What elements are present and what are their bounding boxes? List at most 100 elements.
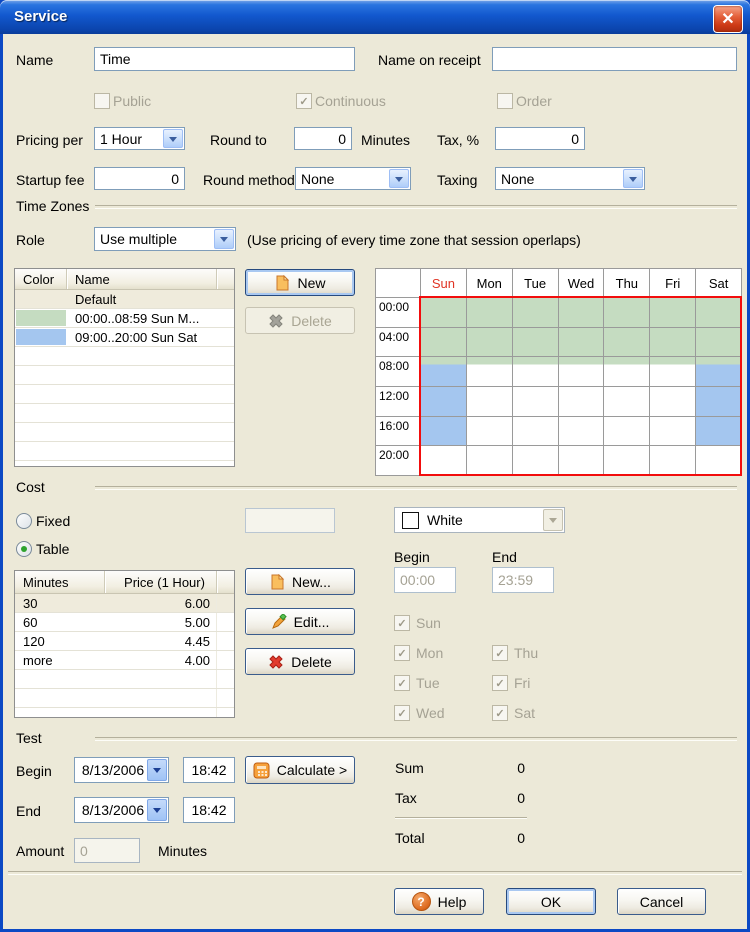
table-radio[interactable] bbox=[16, 541, 32, 557]
timezone-list[interactable]: Color Name Default 00:00..08:59 Sun M... 0… bbox=[14, 268, 235, 467]
grid-cell[interactable] bbox=[421, 416, 466, 446]
price-value: 4.00 bbox=[184, 652, 210, 668]
taxing-select[interactable]: None bbox=[495, 167, 645, 190]
timezone-row[interactable] bbox=[15, 347, 234, 366]
end-date-select[interactable]: 8/13/2006 bbox=[74, 797, 169, 823]
pricing-per-select[interactable]: 1 Hour bbox=[94, 127, 185, 150]
startup-fee-label: Startup fee bbox=[16, 172, 85, 188]
grid-cell[interactable] bbox=[696, 386, 741, 416]
name-input[interactable] bbox=[94, 47, 355, 71]
grid-cell[interactable] bbox=[604, 357, 650, 386]
grid-cell[interactable] bbox=[650, 357, 696, 386]
chevron-down-icon[interactable] bbox=[163, 129, 183, 148]
grid-cell[interactable] bbox=[558, 298, 604, 327]
chevron-down-icon[interactable] bbox=[623, 169, 643, 188]
timezone-row[interactable] bbox=[15, 461, 234, 466]
grid-cell[interactable] bbox=[604, 446, 650, 475]
cancel-button[interactable]: Cancel bbox=[617, 888, 706, 915]
grid-cell[interactable] bbox=[466, 357, 512, 386]
chevron-down-icon[interactable] bbox=[389, 169, 409, 188]
close-button[interactable]: ✕ bbox=[713, 5, 743, 33]
grid-cell[interactable] bbox=[421, 357, 466, 386]
grid-cell[interactable] bbox=[696, 446, 741, 475]
grid-cell[interactable] bbox=[696, 357, 741, 386]
receipt-input[interactable] bbox=[492, 47, 737, 71]
grid-cell[interactable] bbox=[696, 298, 741, 327]
price-row[interactable]: 30 6.00 bbox=[15, 594, 234, 613]
grid-cell[interactable] bbox=[604, 416, 650, 446]
timezone-row[interactable] bbox=[15, 385, 234, 404]
grid-cell[interactable] bbox=[512, 327, 558, 357]
grid-cell[interactable] bbox=[512, 357, 558, 386]
grid-cell[interactable] bbox=[512, 416, 558, 446]
timezone-row[interactable] bbox=[15, 366, 234, 385]
timezone-color-cell bbox=[15, 423, 67, 441]
timezone-row[interactable] bbox=[15, 442, 234, 461]
price-delete-button[interactable]: Delete bbox=[245, 648, 355, 675]
chevron-down-icon[interactable] bbox=[214, 229, 234, 249]
chevron-down-icon[interactable] bbox=[147, 759, 167, 781]
timezone-row[interactable]: 00:00..08:59 Sun M... bbox=[15, 309, 234, 328]
grid-cell[interactable] bbox=[466, 327, 512, 357]
end-time-input[interactable] bbox=[183, 797, 235, 823]
timezone-row[interactable] bbox=[15, 404, 234, 423]
grid-cell[interactable] bbox=[558, 386, 604, 416]
total-label: Total bbox=[395, 830, 425, 846]
grid-cell[interactable] bbox=[466, 446, 512, 475]
grid-cell[interactable] bbox=[421, 298, 466, 327]
grid-cell[interactable] bbox=[650, 446, 696, 475]
grid-cell[interactable] bbox=[558, 416, 604, 446]
price-edit-button[interactable]: Edit... bbox=[245, 608, 355, 635]
grid-cell[interactable] bbox=[696, 416, 741, 446]
round-method-select[interactable]: None bbox=[295, 167, 411, 190]
role-select[interactable]: Use multiple bbox=[94, 227, 236, 251]
grid-cell[interactable] bbox=[421, 327, 466, 357]
grid-cell[interactable] bbox=[512, 386, 558, 416]
timezone-row[interactable] bbox=[15, 423, 234, 442]
timezone-row[interactable]: Default bbox=[15, 290, 234, 309]
help-button[interactable]: ? Help bbox=[394, 888, 484, 915]
fixed-radio[interactable] bbox=[16, 513, 32, 529]
grid-cell[interactable] bbox=[421, 446, 466, 475]
grid-cell[interactable] bbox=[650, 416, 696, 446]
grid-cell[interactable] bbox=[696, 327, 741, 357]
tax-input[interactable] bbox=[495, 127, 585, 150]
day-check-row: ✓ Sun bbox=[394, 608, 445, 638]
begin-date-select[interactable]: 8/13/2006 bbox=[74, 757, 169, 783]
grid-cell[interactable] bbox=[558, 446, 604, 475]
grid-cell[interactable] bbox=[558, 327, 604, 357]
price-row[interactable] bbox=[15, 670, 234, 689]
price-new-button[interactable]: New... bbox=[245, 568, 355, 595]
begin-time-input[interactable] bbox=[183, 757, 235, 783]
calculate-button[interactable]: Calculate > bbox=[245, 756, 355, 784]
price-row[interactable]: more 4.00 bbox=[15, 651, 234, 670]
grid-time-label: 08:00 bbox=[376, 357, 420, 386]
grid-cell[interactable] bbox=[604, 327, 650, 357]
timezone-row[interactable]: 09:00..20:00 Sun Sat bbox=[15, 328, 234, 347]
grid-cell[interactable] bbox=[604, 298, 650, 327]
price-row[interactable]: 60 5.00 bbox=[15, 613, 234, 632]
chevron-down-icon[interactable] bbox=[147, 799, 167, 821]
grid-cell[interactable] bbox=[512, 446, 558, 475]
grid-cell[interactable] bbox=[512, 298, 558, 327]
round-to-input[interactable] bbox=[294, 127, 352, 150]
grid-cell[interactable] bbox=[650, 386, 696, 416]
price-table[interactable]: Minutes Price (1 Hour) 30 6.00 60 5.00 120 4.… bbox=[14, 570, 235, 718]
timezone-new-button[interactable]: New bbox=[245, 269, 355, 296]
price-row[interactable] bbox=[15, 689, 234, 708]
grid-cell[interactable] bbox=[466, 386, 512, 416]
ok-button[interactable]: OK bbox=[506, 888, 596, 915]
price-row[interactable]: 120 4.45 bbox=[15, 632, 234, 651]
grid-cell[interactable] bbox=[466, 416, 512, 446]
grid-cell[interactable] bbox=[466, 298, 512, 327]
grid-cell[interactable] bbox=[650, 298, 696, 327]
test-end-label: End bbox=[16, 803, 41, 819]
startup-fee-input[interactable] bbox=[94, 167, 185, 190]
minutes-label: Minutes bbox=[361, 132, 411, 148]
price-minutes: 30 bbox=[23, 595, 38, 611]
grid-cell[interactable] bbox=[650, 327, 696, 357]
grid-cell[interactable] bbox=[421, 386, 466, 416]
grid-cell[interactable] bbox=[558, 357, 604, 386]
grid-cell[interactable] bbox=[604, 386, 650, 416]
price-row[interactable] bbox=[15, 708, 234, 717]
